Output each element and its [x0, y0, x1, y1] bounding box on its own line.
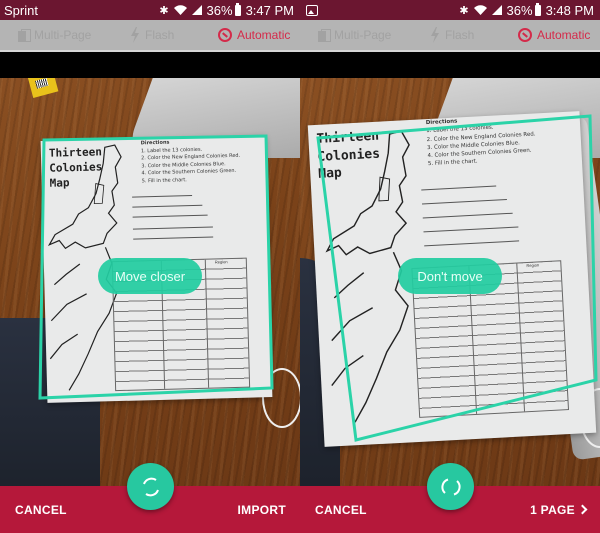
camera-toolbar: Multi-Page Flash Automatic — [0, 20, 300, 52]
camera-viewfinder: Thirteen Colonies Map Directions 1. Labe… — [300, 78, 600, 486]
battery-icon — [534, 2, 541, 16]
clock: 3:48 PM — [545, 2, 594, 18]
hint-pill: Move closer — [98, 258, 202, 294]
cancel-button[interactable]: CANCEL — [315, 503, 367, 517]
import-button[interactable]: IMPORT — [238, 503, 286, 517]
flash-label: Flash — [145, 28, 175, 42]
wifi-icon — [173, 5, 187, 15]
document-directions: Directions 1. Label the 13 colonies. 2. … — [141, 138, 241, 186]
table-header-region: Region — [526, 262, 540, 269]
multi-page-label: Multi-Page — [334, 28, 392, 42]
shutter-button[interactable] — [427, 463, 474, 510]
table-header-region: Region — [214, 259, 228, 265]
gallery-notification-icon — [306, 4, 318, 16]
cancel-button[interactable]: CANCEL — [15, 503, 67, 517]
capture-progress-icon — [142, 477, 159, 496]
table-column-divider — [204, 259, 210, 388]
capture-progress-icon — [440, 478, 461, 495]
multi-page-icon — [18, 28, 31, 42]
page-count-button[interactable]: 1 PAGE — [530, 503, 588, 517]
status-bar: Sprint ✱ 36% 3:47 PM — [0, 0, 300, 20]
flash-label: Flash — [445, 28, 475, 42]
capture-mode-toggle[interactable]: Automatic — [518, 28, 590, 42]
battery-icon — [234, 2, 241, 16]
battery-percent: 36% — [206, 2, 233, 18]
capture-mode-toggle[interactable]: Automatic — [218, 28, 290, 42]
cell-signal-icon — [191, 5, 202, 15]
answer-line — [132, 195, 193, 198]
battery-percent: 36% — [506, 2, 533, 18]
bluetooth-icon: ✱ — [459, 4, 469, 17]
multi-page-label: Multi-Page — [34, 28, 92, 42]
capture-mode-label: Automatic — [237, 28, 291, 42]
import-label: IMPORT — [237, 503, 286, 517]
chevron-right-icon — [577, 504, 588, 515]
page-count-label: 1 PAGE — [530, 503, 575, 517]
flash-toggle[interactable]: Flash — [130, 27, 174, 43]
multi-page-icon — [318, 28, 331, 42]
flash-toggle[interactable]: Flash — [430, 27, 474, 43]
carrier-name: Sprint — [4, 2, 38, 18]
scanner-screen-right: ✱ 36% 3:48 PM Multi-Page Flash Automatic — [300, 0, 600, 533]
shutter-button[interactable] — [127, 463, 174, 510]
viewfinder-top-strip — [0, 54, 300, 78]
wifi-icon — [473, 5, 487, 15]
bluetooth-icon: ✱ — [159, 4, 169, 17]
clock: 3:47 PM — [245, 2, 294, 18]
auto-capture-icon — [518, 28, 532, 42]
hint-pill: Don't move — [398, 258, 502, 294]
multi-page-toggle[interactable]: Multi-Page — [18, 28, 91, 42]
camera-viewfinder: Thirteen Colonies Map Directions 1. Labe… — [0, 78, 300, 486]
table-column-divider — [516, 263, 526, 412]
flash-icon — [431, 27, 439, 43]
viewfinder-top-strip — [300, 54, 600, 78]
scanner-screen-left: Sprint ✱ 36% 3:47 PM Multi-Page Flash Au… — [0, 0, 300, 533]
cell-signal-icon — [491, 5, 502, 15]
camera-toolbar: Multi-Page Flash Automatic — [300, 20, 600, 52]
yellow-box-object — [27, 78, 59, 98]
capture-mode-label: Automatic — [537, 28, 591, 42]
flash-icon — [131, 27, 139, 43]
auto-capture-icon — [218, 28, 232, 42]
status-bar: ✱ 36% 3:48 PM — [300, 0, 600, 20]
multi-page-toggle[interactable]: Multi-Page — [318, 28, 391, 42]
